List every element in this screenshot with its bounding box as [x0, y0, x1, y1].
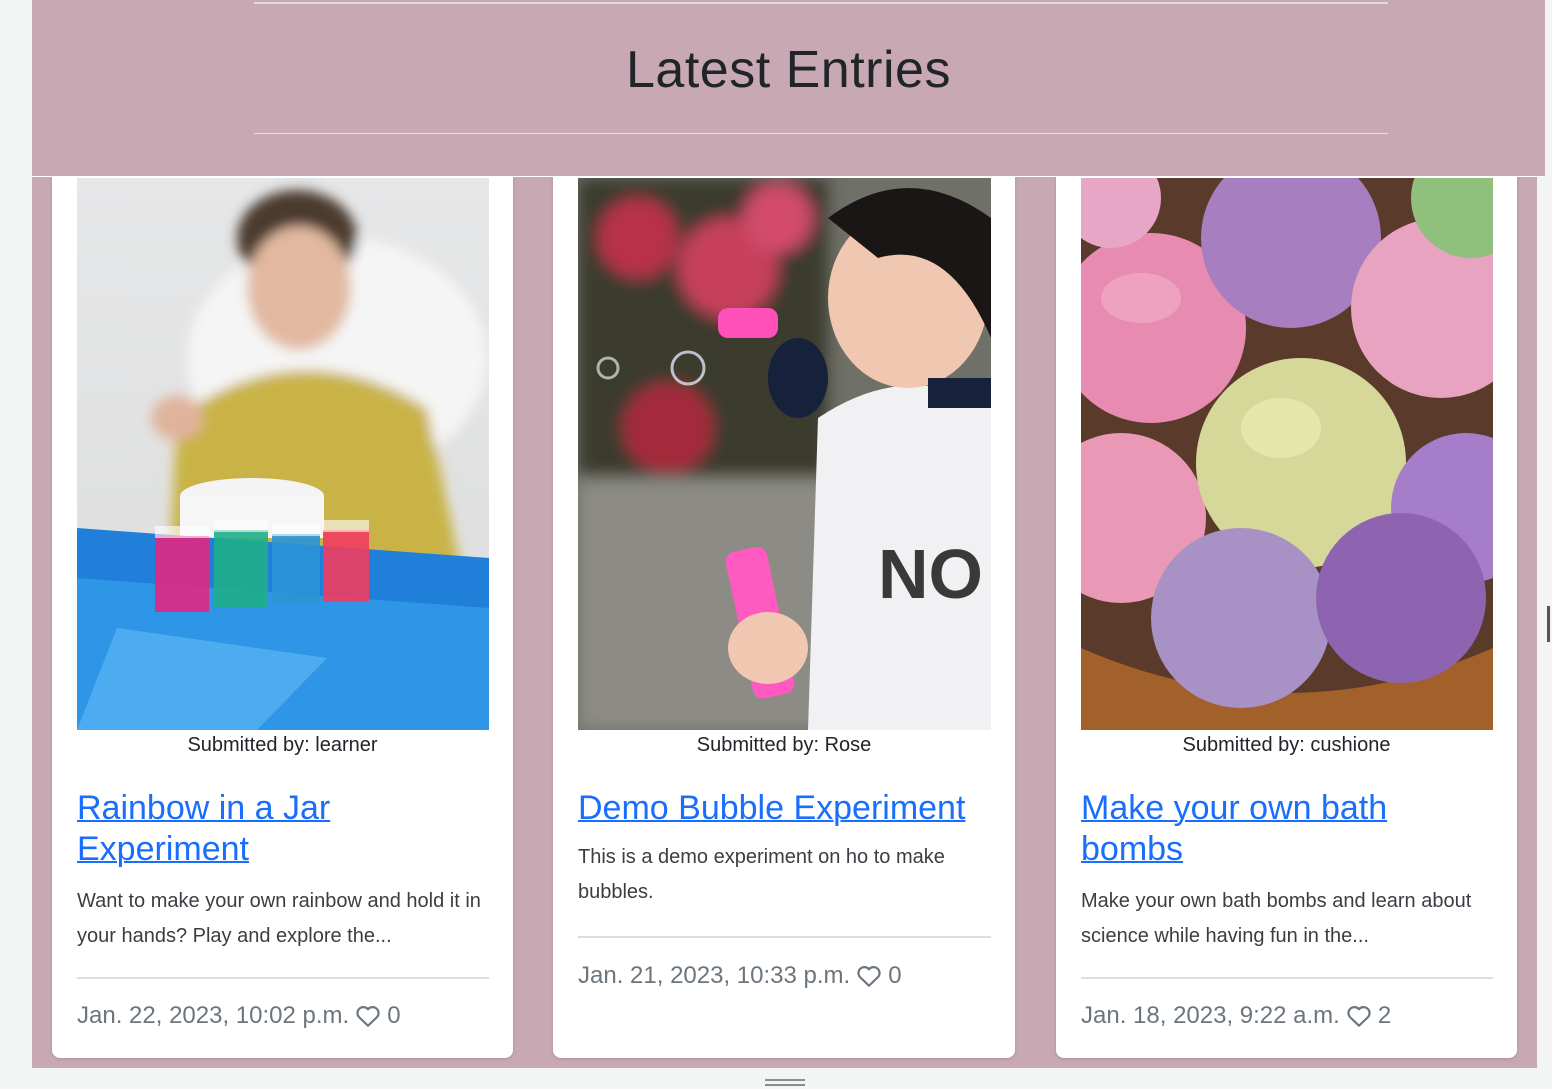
like-count: 2: [1377, 1002, 1392, 1029]
card-divider: [77, 977, 489, 979]
heart-icon[interactable]: [1346, 1004, 1372, 1028]
like-count: 0: [888, 962, 902, 989]
entry-card: Submitted by: learner Rainbow in a Jar E…: [52, 176, 513, 1058]
entry-description: Make your own bath bombs and learn about…: [1081, 890, 1472, 947]
card-divider: [578, 936, 991, 938]
entry-card: NO Submitted by: Rose Demo Bubble Experi…: [553, 176, 1015, 1058]
entry-title-link[interactable]: Make your own bath bombs: [1081, 788, 1493, 870]
heart-icon[interactable]: [355, 1004, 381, 1028]
entry-description: This is a demo experiment on ho to make …: [578, 846, 945, 903]
entry-meta: Jan. 21, 2023, 10:33 p.m. 0: [578, 962, 902, 990]
entry-image[interactable]: [1081, 178, 1493, 730]
entry-description: Want to make your own rainbow and hold i…: [77, 890, 481, 947]
like-count: 0: [387, 1002, 401, 1029]
heart-icon[interactable]: [856, 964, 882, 988]
entry-title-link[interactable]: Demo Bubble Experiment: [578, 788, 991, 829]
submitted-by: Submitted by: learner: [187, 734, 378, 756]
svg-text:NO: NO: [878, 535, 983, 613]
entry-title-link[interactable]: Rainbow in a Jar Experiment: [77, 788, 489, 870]
submitted-by: Submitted by: cushione: [1182, 734, 1391, 756]
drag-handle-icon[interactable]: [765, 1079, 805, 1087]
entry-date: Jan. 18, 2023, 9:22 a.m.: [1081, 1002, 1340, 1029]
entry-image[interactable]: NO: [578, 178, 991, 730]
section-header: Latest Entries: [32, 0, 1545, 177]
scrollbar-thumb[interactable]: [1547, 606, 1550, 642]
submitted-by: Submitted by: Rose: [696, 734, 872, 756]
page-title: Latest Entries: [626, 41, 951, 99]
entry-date: Jan. 21, 2023, 10:33 p.m.: [578, 962, 851, 989]
entry-date: Jan. 22, 2023, 10:02 p.m.: [77, 1002, 350, 1029]
header-bottom-rule: [254, 133, 1388, 134]
header-top-rule: [254, 2, 1388, 4]
entry-card: Submitted by: cushione Make your own bat…: [1056, 176, 1517, 1058]
entry-meta: Jan. 22, 2023, 10:02 p.m. 0: [77, 1002, 401, 1030]
entry-image[interactable]: [77, 178, 489, 730]
entry-meta: Jan. 18, 2023, 9:22 a.m. 2: [1081, 1002, 1391, 1030]
card-divider: [1081, 977, 1493, 979]
